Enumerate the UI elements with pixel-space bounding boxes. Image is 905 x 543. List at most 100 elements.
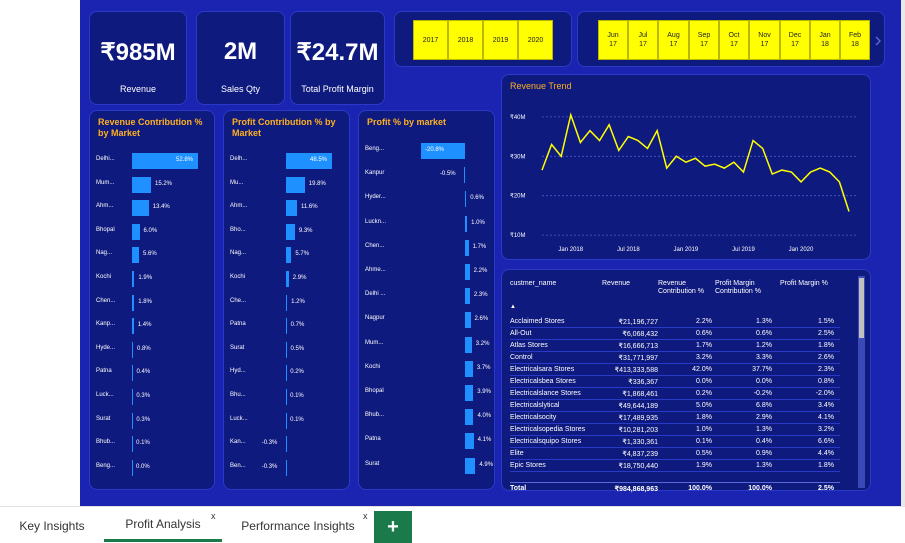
column-header[interactable]: Revenue Contribution % xyxy=(658,280,716,296)
bar-row[interactable]: Luck... 0.1% xyxy=(224,412,351,429)
bar[interactable] xyxy=(465,191,467,208)
close-icon[interactable]: x xyxy=(211,511,216,521)
bar-row[interactable]: Patna 0.7% xyxy=(224,318,351,335)
bar[interactable] xyxy=(132,389,133,405)
bar-row[interactable]: Nag... 5.6% xyxy=(90,247,216,264)
bar[interactable] xyxy=(132,176,151,193)
month-slicer-item[interactable]: Aug 17 xyxy=(658,20,689,60)
column-header[interactable]: Revenue xyxy=(602,280,660,288)
bar-row[interactable]: Mum... 15.2% xyxy=(90,176,216,193)
bar-row[interactable]: Delhi ... 2.3% xyxy=(359,288,496,305)
bar[interactable] xyxy=(286,294,288,311)
column-header[interactable]: Profit Margin Contribution % xyxy=(715,280,773,296)
bar-row[interactable]: Hyde... 0.8% xyxy=(90,341,216,358)
table-row[interactable]: Epic Stores ₹18,750,440 1.9% 1.3% 1.8% xyxy=(510,460,840,472)
month-slicer-item[interactable]: Nov 17 xyxy=(749,20,780,60)
bar-row[interactable]: Patna 4.1% xyxy=(359,433,496,450)
bar-row[interactable]: Surat 0.5% xyxy=(224,341,351,358)
bar[interactable] xyxy=(465,239,469,256)
bar-row[interactable]: Chen... 1.8% xyxy=(90,294,216,311)
bar[interactable] xyxy=(286,271,289,287)
bar-row[interactable]: Beng... -20.8% xyxy=(359,143,496,159)
add-page-button[interactable]: + xyxy=(374,511,412,543)
bar[interactable] xyxy=(132,318,134,335)
month-slicer-item[interactable]: Feb 18 xyxy=(840,20,870,60)
bar-row[interactable]: Chen... 1.7% xyxy=(359,239,496,256)
bar-row[interactable]: Kan... -0.3% xyxy=(224,436,351,453)
bar[interactable] xyxy=(286,341,287,358)
bar-row[interactable]: Luckn... 1.0% xyxy=(359,215,496,232)
kpi-card-sales-qty[interactable]: 2M Sales Qty xyxy=(196,11,285,105)
year-slicer-item[interactable]: 2019 xyxy=(483,20,518,60)
tab-performance-insights[interactable]: Performance Insights xyxy=(232,509,364,542)
bar[interactable] xyxy=(132,365,133,382)
bar-row[interactable]: Luck... 0.3% xyxy=(90,389,216,405)
table-scrollbar-thumb[interactable] xyxy=(859,278,864,338)
bar-row[interactable]: Bhopal 3.9% xyxy=(359,385,496,401)
month-slicer-item[interactable]: Sep 17 xyxy=(689,20,719,60)
sort-arrow-icon[interactable]: ▲ xyxy=(510,304,516,310)
month-slicer-item[interactable]: Jun 17 xyxy=(598,20,628,60)
table-row[interactable]: Electricalslance Stores ₹1,868,461 0.2% -0.… xyxy=(510,388,840,400)
month-slicer-item[interactable]: Jul 17 xyxy=(628,20,658,60)
bar[interactable] xyxy=(465,409,474,426)
bar-row[interactable]: Bhu... 0.1% xyxy=(224,389,351,405)
month-slicer-item[interactable]: Oct 17 xyxy=(719,20,749,60)
month-slicer-item[interactable]: Jan 18 xyxy=(810,20,840,60)
bar[interactable] xyxy=(132,200,149,217)
bar-row[interactable]: Delh... 48.5% xyxy=(224,153,351,169)
table-row[interactable]: Electricalsbea Stores ₹336,367 0.0% 0.0% 0.8… xyxy=(510,376,840,388)
bar[interactable] xyxy=(286,247,292,264)
bar-row[interactable]: Kanpur -0.5% xyxy=(359,167,496,184)
bar[interactable] xyxy=(465,215,468,232)
year-slicer-item[interactable]: 2018 xyxy=(448,20,483,60)
bar-row[interactable]: Patna 0.4% xyxy=(90,365,216,382)
table-row[interactable]: All-Out ₹6,068,432 0.6% 0.6% 2.5% xyxy=(510,328,840,340)
bar-row[interactable]: Bhub... 0.1% xyxy=(90,436,216,453)
revenue-series-line[interactable] xyxy=(541,112,850,212)
year-slicer-item[interactable]: 2020 xyxy=(518,20,553,60)
year-slicer-item[interactable]: 2017 xyxy=(413,20,448,60)
bar[interactable] xyxy=(463,167,465,184)
bar[interactable] xyxy=(465,360,473,377)
bar-row[interactable]: Bho... 9.3% xyxy=(224,223,351,240)
bar[interactable] xyxy=(132,247,139,264)
bar-row[interactable]: Surat 0.3% xyxy=(90,412,216,429)
bar-row[interactable]: Bhopal 6.0% xyxy=(90,223,216,240)
month-slicer-item[interactable]: Dec 17 xyxy=(780,20,810,60)
bar[interactable] xyxy=(286,365,287,382)
bar[interactable] xyxy=(465,433,474,450)
bar-row[interactable]: Hyd... 0.2% xyxy=(224,365,351,382)
table-row[interactable]: Electricalslytical ₹49,644,189 5.0% 6.8% 3.4… xyxy=(510,400,840,412)
bar[interactable] xyxy=(285,459,287,476)
bar[interactable] xyxy=(465,288,470,305)
table-row[interactable]: Electricalsquipo Stores ₹1,330,361 0.1% 0.4… xyxy=(510,436,840,448)
bar-row[interactable]: Kanp... 1.4% xyxy=(90,318,216,335)
bar[interactable] xyxy=(286,176,305,193)
bar-row[interactable]: Che... 1.2% xyxy=(224,294,351,311)
bar-row[interactable]: Ben... -0.3% xyxy=(224,459,351,476)
bar[interactable] xyxy=(286,223,295,240)
close-icon[interactable]: x xyxy=(363,511,368,521)
bar[interactable] xyxy=(465,457,476,474)
table-row[interactable]: Elite ₹4,837,239 0.5% 0.9% 4.4% xyxy=(510,448,840,460)
table-row[interactable]: Electricalsocity ₹17,489,935 1.8% 2.9% 4.1% xyxy=(510,412,840,424)
bar-row[interactable]: Ahme... 2.2% xyxy=(359,264,496,280)
page-scrollbar[interactable] xyxy=(901,0,905,506)
bar-row[interactable]: Mum... 3.2% xyxy=(359,336,496,353)
bar-row[interactable]: Mu... 19.8% xyxy=(224,176,351,193)
table-row[interactable]: Electricalsara Stores ₹413,333,588 42.0% 37… xyxy=(510,364,840,376)
bar-row[interactable]: Ahm... 11.6% xyxy=(224,200,351,217)
tab-key-insights[interactable]: Key Insights xyxy=(6,509,98,542)
table-row[interactable]: Atlas Stores ₹16,666,713 1.7% 1.2% 1.8% xyxy=(510,340,840,352)
bar[interactable] xyxy=(465,385,474,401)
bar[interactable] xyxy=(132,459,133,476)
bar-row[interactable]: Bhub... 4.0% xyxy=(359,409,496,426)
bar[interactable] xyxy=(132,341,133,358)
bar[interactable] xyxy=(286,389,287,405)
table-row[interactable]: Acclaimed Stores ₹21,196,727 2.2% 1.3% 1.5% xyxy=(510,316,840,328)
bar-row[interactable]: Hyder... 0.6% xyxy=(359,191,496,208)
bar[interactable] xyxy=(286,200,297,217)
bar-row[interactable]: Ahm... 13.4% xyxy=(90,200,216,217)
bar-row[interactable]: Nagpur 2.6% xyxy=(359,312,496,329)
